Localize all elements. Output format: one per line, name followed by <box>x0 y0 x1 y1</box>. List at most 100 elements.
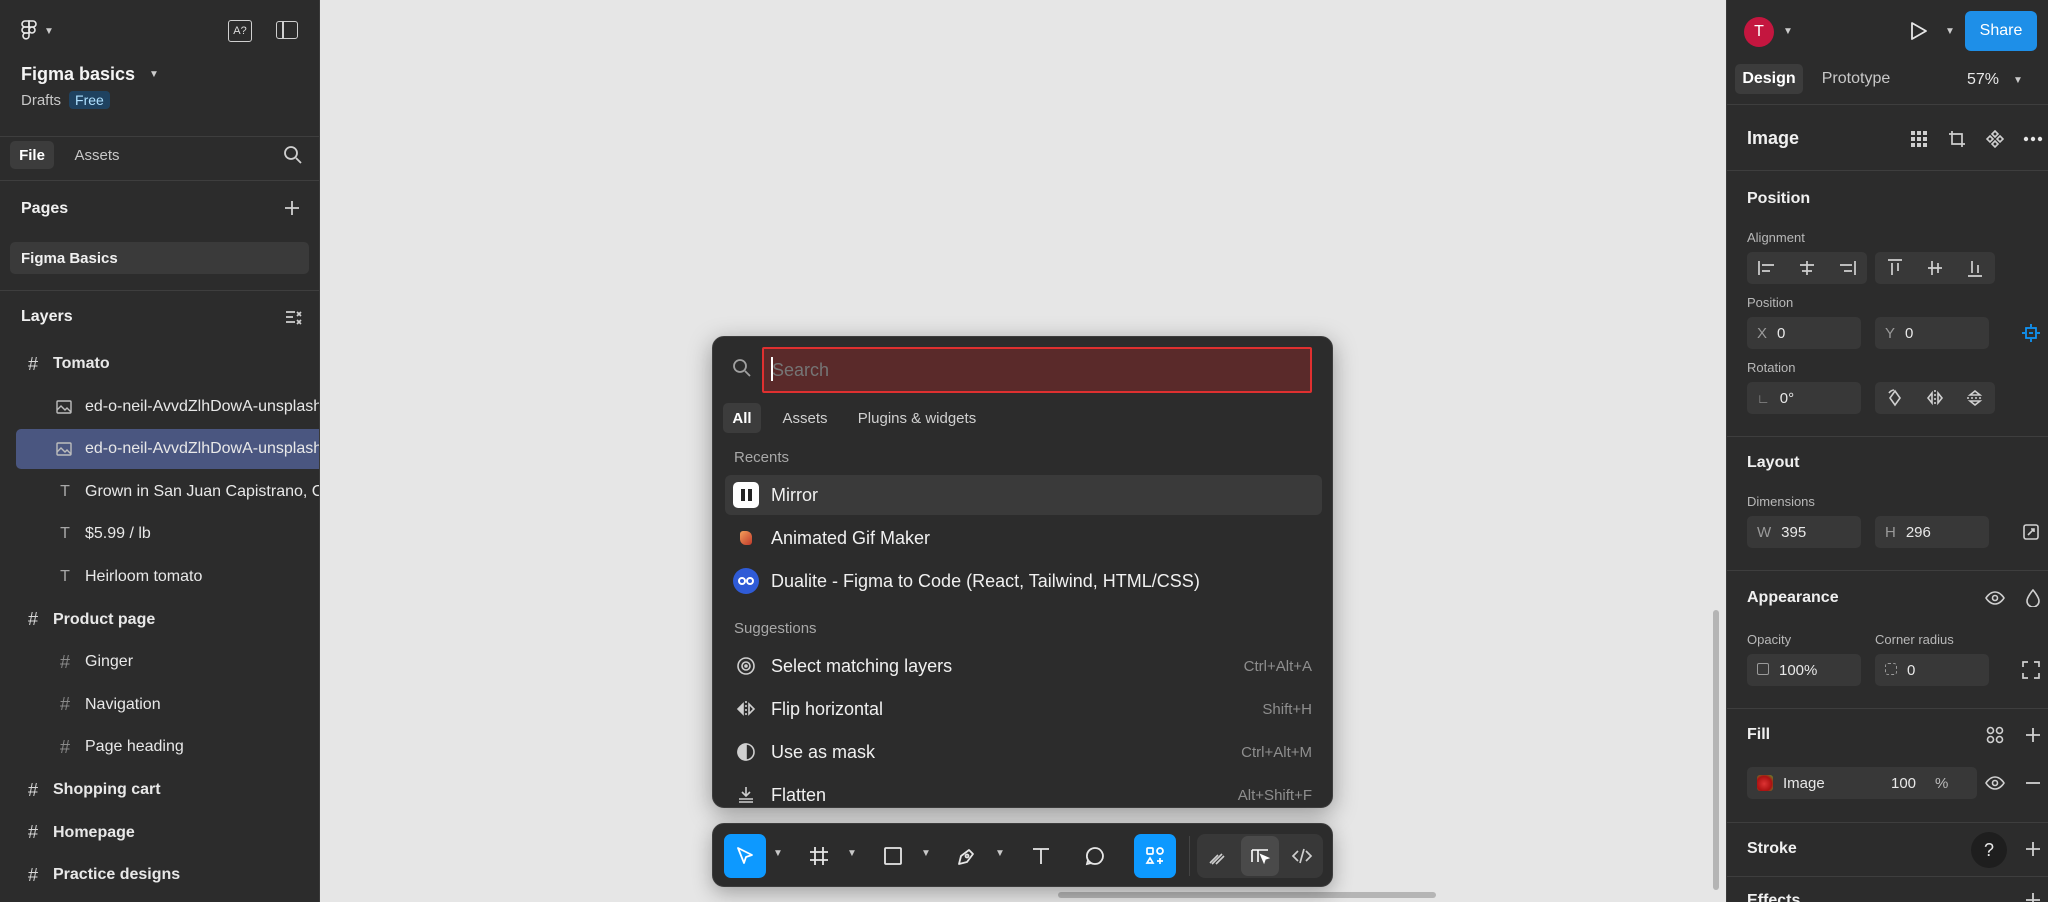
text-tool-button[interactable] <box>1021 834 1061 878</box>
chevron-down-icon[interactable]: ▼ <box>847 848 857 859</box>
add-stroke-icon[interactable] <box>2019 835 2047 863</box>
page-item-figma-basics[interactable]: Figma Basics <box>10 242 309 274</box>
file-name-dropdown[interactable]: Figma basics ▼ <box>21 62 159 86</box>
align-center-vertical-icon[interactable] <box>1927 258 1943 278</box>
layer-row-frame[interactable]: # Product page <box>0 600 319 640</box>
corner-radius-field[interactable]: 0 <box>1875 654 1989 686</box>
layer-row-frame[interactable]: # Practice designs <box>0 855 319 895</box>
suggestion-flatten[interactable]: Flatten Alt+Shift+F <box>725 775 1322 807</box>
height-field[interactable]: H 296 <box>1875 516 1989 548</box>
y-position-field[interactable]: Y 0 <box>1875 317 1989 349</box>
dev-mode-button[interactable] <box>1283 836 1321 876</box>
rotate-90-icon[interactable] <box>1886 389 1904 407</box>
design-mode-button[interactable] <box>1241 836 1279 876</box>
layer-row-text[interactable]: T Grown in San Juan Capistrano, CA <box>0 472 319 512</box>
chevron-down-icon[interactable]: ▼ <box>773 848 783 859</box>
toggle-sidebar-icon[interactable] <box>276 21 298 39</box>
suggestion-flip-horizontal[interactable]: Flip horizontal Shift+H <box>725 689 1322 729</box>
constrain-proportions-icon[interactable] <box>2017 518 2045 546</box>
crop-icon[interactable] <box>1943 125 1971 153</box>
text-icon: T <box>60 568 70 585</box>
share-button[interactable]: Share <box>1965 11 2037 51</box>
remove-fill-icon[interactable] <box>2019 769 2047 797</box>
pen-tool-button[interactable] <box>947 834 987 878</box>
align-right-icon[interactable] <box>1837 260 1857 276</box>
align-center-horizontal-icon[interactable] <box>1797 260 1817 276</box>
grid-icon[interactable] <box>1905 125 1933 153</box>
add-page-button[interactable] <box>282 198 302 218</box>
layer-row-frame[interactable]: # Ginger <box>0 642 319 682</box>
constraints-icon[interactable] <box>2017 319 2045 347</box>
actions-tool-button[interactable] <box>1134 834 1176 878</box>
flip-horizontal-icon[interactable] <box>1926 389 1944 407</box>
layer-row-text[interactable]: T Heirloom tomato <box>0 557 319 597</box>
zoom-dropdown[interactable]: 57% ▼ <box>1967 68 2023 92</box>
layer-row-text[interactable]: T $5.99 / lb <box>0 514 319 554</box>
tab-design[interactable]: Design <box>1735 64 1803 94</box>
font-replace-icon[interactable]: A? <box>228 20 252 42</box>
frame-icon <box>810 847 828 865</box>
layer-row-frame[interactable]: # Navigation <box>0 685 319 725</box>
tab-prototype[interactable]: Prototype <box>1811 64 1901 94</box>
mode-switcher <box>1197 834 1323 878</box>
independent-corners-icon[interactable] <box>2017 656 2045 684</box>
draw-mode-button[interactable] <box>1199 836 1237 876</box>
search-layers-button[interactable] <box>282 144 304 166</box>
comment-tool-button[interactable] <box>1075 834 1115 878</box>
comment-icon <box>1085 847 1104 866</box>
chevron-down-icon[interactable]: ▼ <box>921 848 931 859</box>
recent-item-mirror[interactable]: Mirror <box>725 475 1322 515</box>
layer-row-frame[interactable]: # Homepage <box>0 813 319 853</box>
help-button[interactable]: ? <box>1971 832 2007 868</box>
main-menu-button[interactable]: ▼ <box>20 18 60 44</box>
align-left-icon[interactable] <box>1757 260 1777 276</box>
vertical-scrollbar[interactable] <box>1713 610 1719 890</box>
present-button[interactable] <box>1907 20 1931 44</box>
chevron-down-icon[interactable]: ▼ <box>995 848 1005 859</box>
corner-radius-label: Corner radius <box>1875 632 1954 647</box>
width-field[interactable]: W 395 <box>1747 516 1861 548</box>
horizontal-scrollbar[interactable] <box>1058 892 1436 898</box>
add-fill-icon[interactable] <box>2019 721 2047 749</box>
layer-row-frame[interactable]: # Shopping cart <box>0 770 319 810</box>
move-tool-button[interactable] <box>724 834 766 878</box>
corner-radius-value: 0 <box>1907 661 1916 679</box>
qa-tab-all[interactable]: All <box>723 403 761 433</box>
layer-row-image[interactable]: ed-o-neil-AvvdZlhDowA-unsplash <box>16 429 319 470</box>
quick-actions-search-input[interactable] <box>762 347 1312 393</box>
qa-tab-assets[interactable]: Assets <box>773 403 837 433</box>
blend-mode-icon[interactable] <box>2019 584 2047 612</box>
tab-file[interactable]: File <box>10 141 54 169</box>
layer-row-frame[interactable]: # Page heading <box>0 727 319 767</box>
user-avatar[interactable]: T <box>1744 17 1774 47</box>
align-bottom-icon[interactable] <box>1967 258 1983 278</box>
chevron-down-icon[interactable]: ▼ <box>1783 26 1793 37</box>
chevron-down-icon[interactable]: ▼ <box>1945 26 1955 37</box>
x-position-field[interactable]: X 0 <box>1747 317 1861 349</box>
add-effect-icon[interactable] <box>2019 886 2047 902</box>
opacity-field[interactable]: 100% <box>1747 654 1861 686</box>
more-icon[interactable] <box>2019 125 2047 153</box>
layout-title: Layout <box>1747 454 1800 471</box>
align-top-icon[interactable] <box>1887 258 1903 278</box>
eye-icon[interactable] <box>1981 769 2009 797</box>
rotation-field[interactable]: ∟ 0° <box>1747 382 1861 414</box>
component-icon[interactable] <box>1981 125 2009 153</box>
eye-icon[interactable] <box>1981 584 2009 612</box>
styles-icon[interactable] <box>1981 721 2009 749</box>
recent-item-gif-maker[interactable]: Animated Gif Maker <box>725 518 1322 558</box>
suggestion-select-matching-layers[interactable]: Select matching layers Ctrl+Alt+A <box>725 646 1322 686</box>
drafts-link[interactable]: Drafts <box>21 92 61 109</box>
layer-row-image[interactable]: ed-o-neil-AvvdZlhDowA-unsplash <box>0 387 319 427</box>
fill-row[interactable]: Image 100 % <box>1747 767 1977 799</box>
qa-tab-plugins[interactable]: Plugins & widgets <box>849 403 985 433</box>
frame-tool-button[interactable] <box>799 834 839 878</box>
text-icon: T <box>60 525 70 543</box>
flip-vertical-icon[interactable] <box>1966 389 1984 407</box>
recent-item-dualite[interactable]: Dualite - Figma to Code (React, Tailwind… <box>725 561 1322 601</box>
collapse-layers-button[interactable] <box>283 307 303 327</box>
layer-row-frame[interactable]: # Tomato <box>0 344 319 384</box>
shape-tool-button[interactable] <box>873 834 913 878</box>
tab-assets[interactable]: Assets <box>64 141 130 169</box>
suggestion-use-as-mask[interactable]: Use as mask Ctrl+Alt+M <box>725 732 1322 772</box>
